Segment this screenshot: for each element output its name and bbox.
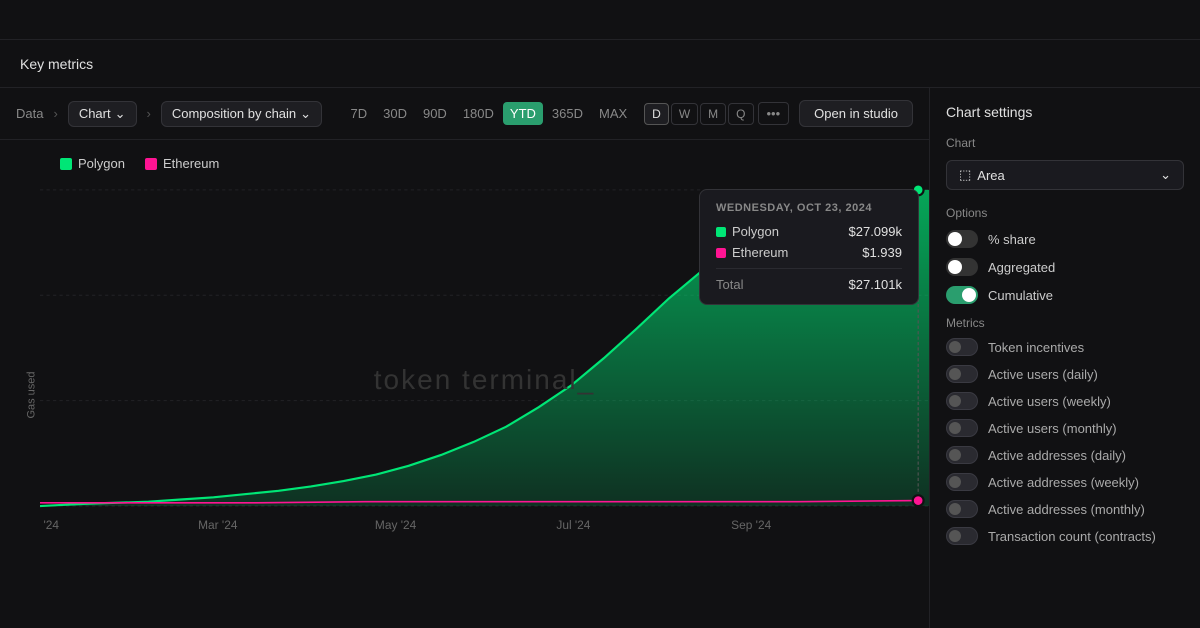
legend-ethereum-label: Ethereum	[163, 156, 219, 171]
tooltip-divider	[716, 268, 902, 269]
metric-token-incentives: Token incentives	[946, 338, 1184, 356]
active-addresses-weekly-toggle[interactable]	[946, 473, 978, 491]
active-addresses-daily-label: Active addresses (daily)	[988, 448, 1126, 463]
chart-type-value: Area	[977, 168, 1004, 183]
metric-active-addresses-monthly: Active addresses (monthly)	[946, 500, 1184, 518]
toolbar: Data › Chart ⌄ › Composition by chain ⌄ …	[0, 88, 929, 140]
tooltip-row-polygon: Polygon $27.099k	[716, 224, 902, 239]
chart-svg-container: $30k $20k $10k $0	[40, 179, 929, 581]
cumulative-label: Cumulative	[988, 288, 1053, 303]
cumulative-toggle[interactable]	[946, 286, 978, 304]
chart-section: Data › Chart ⌄ › Composition by chain ⌄ …	[0, 88, 930, 628]
metric-active-addresses-weekly: Active addresses (weekly)	[946, 473, 1184, 491]
tooltip-total-row: Total $27.101k	[716, 277, 902, 292]
time-filters: 7D 30D 90D 180D YTD 365D MAX D W M Q •••…	[343, 100, 913, 127]
metric-active-addresses-daily: Active addresses (daily)	[946, 446, 1184, 464]
key-metrics-label: Key metrics	[20, 56, 93, 72]
open-studio-btn[interactable]: Open in studio	[799, 100, 913, 127]
time-180d[interactable]: 180D	[456, 102, 501, 125]
metrics-label: Metrics	[946, 316, 1184, 330]
active-addresses-monthly-toggle[interactable]	[946, 500, 978, 518]
ethereum-dot	[145, 158, 157, 170]
tooltip-ethereum-dot	[716, 248, 726, 258]
tooltip-polygon-label: Polygon	[732, 224, 779, 239]
chevron-down-icon: ⌄	[1160, 167, 1171, 183]
metric-active-users-weekly: Active users (weekly)	[946, 392, 1184, 410]
active-users-monthly-toggle[interactable]	[946, 419, 978, 437]
chart-type-icon: ⬚	[959, 167, 971, 183]
top-bar	[0, 0, 1200, 40]
aggregated-toggle[interactable]	[946, 258, 978, 276]
active-users-daily-label: Active users (daily)	[988, 367, 1098, 382]
legend-polygon-label: Polygon	[78, 156, 125, 171]
breadcrumb-data: Data	[16, 106, 43, 121]
token-incentives-toggle[interactable]	[946, 338, 978, 356]
chart-wrapper: Gas used $30k $20k $10k $0	[0, 179, 929, 611]
tooltip-total-value: $27.101k	[849, 277, 903, 292]
toggle-cumulative: Cumulative	[946, 286, 1184, 304]
toggle-pct-share: % share	[946, 230, 1184, 248]
svg-text:Jul '24: Jul '24	[556, 518, 590, 532]
res-m[interactable]: M	[700, 103, 726, 125]
legend-ethereum: Ethereum	[145, 156, 219, 171]
svg-text:May '24: May '24	[375, 518, 417, 532]
chart-tooltip: WEDNESDAY, OCT 23, 2024 Polygon $27.099k	[699, 189, 919, 305]
tooltip-ethereum-label: Ethereum	[732, 245, 788, 260]
time-max[interactable]: MAX	[592, 102, 634, 125]
res-q[interactable]: Q	[728, 103, 753, 125]
transaction-count-label: Transaction count (contracts)	[988, 529, 1156, 544]
transaction-count-toggle[interactable]	[946, 527, 978, 545]
tooltip-date: WEDNESDAY, OCT 23, 2024	[716, 202, 902, 214]
polygon-dot	[60, 158, 72, 170]
tooltip-total-label: Total	[716, 277, 743, 292]
res-w[interactable]: W	[671, 103, 698, 125]
metric-active-users-daily: Active users (daily)	[946, 365, 1184, 383]
settings-title: Chart settings	[946, 104, 1184, 120]
time-365d[interactable]: 365D	[545, 102, 590, 125]
toggle-aggregated: Aggregated	[946, 258, 1184, 276]
active-addresses-monthly-label: Active addresses (monthly)	[988, 502, 1145, 517]
active-users-weekly-label: Active users (weekly)	[988, 394, 1111, 409]
svg-text:Mar '24: Mar '24	[198, 518, 238, 532]
pct-share-label: % share	[988, 232, 1036, 247]
chart-type-label: Chart	[946, 136, 1184, 150]
tooltip-ethereum-value: $1.939	[862, 245, 902, 260]
settings-panel: Chart settings Chart ⬚ Area ⌄ Options % …	[930, 88, 1200, 628]
breadcrumb-sep1: ›	[53, 106, 57, 121]
tooltip-row-ethereum: Ethereum $1.939	[716, 245, 902, 260]
legend-polygon: Polygon	[60, 156, 125, 171]
time-30d[interactable]: 30D	[376, 102, 414, 125]
active-addresses-weekly-label: Active addresses (weekly)	[988, 475, 1139, 490]
pct-share-toggle[interactable]	[946, 230, 978, 248]
svg-text:Jan '24: Jan '24	[40, 518, 59, 532]
time-90d[interactable]: 90D	[416, 102, 454, 125]
token-incentives-label: Token incentives	[988, 340, 1084, 355]
key-metrics-bar: Key metrics	[0, 40, 1200, 88]
svg-text:Sep '24: Sep '24	[731, 518, 771, 532]
active-users-daily-toggle[interactable]	[946, 365, 978, 383]
composition-dropdown[interactable]: Composition by chain ⌄	[161, 101, 322, 127]
tooltip-polygon-value: $27.099k	[849, 224, 903, 239]
y-axis-label: Gas used	[26, 371, 38, 418]
time-ytd[interactable]: YTD	[503, 102, 543, 125]
aggregated-label: Aggregated	[988, 260, 1055, 275]
active-addresses-daily-toggle[interactable]	[946, 446, 978, 464]
chart-dropdown[interactable]: Chart ⌄	[68, 101, 137, 127]
chart-legend: Polygon Ethereum	[0, 156, 929, 179]
metric-active-users-monthly: Active users (monthly)	[946, 419, 1184, 437]
resolution-btns: D W M Q	[644, 103, 753, 125]
options-label: Options	[946, 206, 1184, 220]
main-content: Data › Chart ⌄ › Composition by chain ⌄ …	[0, 88, 1200, 628]
more-options-btn[interactable]: •••	[758, 102, 790, 125]
tooltip-polygon-dot	[716, 227, 726, 237]
chart-area: Polygon Ethereum Gas used	[0, 140, 929, 628]
res-d[interactable]: D	[644, 103, 669, 125]
breadcrumb-sep2: ›	[147, 106, 151, 121]
active-users-monthly-label: Active users (monthly)	[988, 421, 1117, 436]
active-users-weekly-toggle[interactable]	[946, 392, 978, 410]
time-7d[interactable]: 7D	[343, 102, 374, 125]
chart-type-selector[interactable]: ⬚ Area ⌄	[946, 160, 1184, 190]
metric-transaction-count: Transaction count (contracts)	[946, 527, 1184, 545]
